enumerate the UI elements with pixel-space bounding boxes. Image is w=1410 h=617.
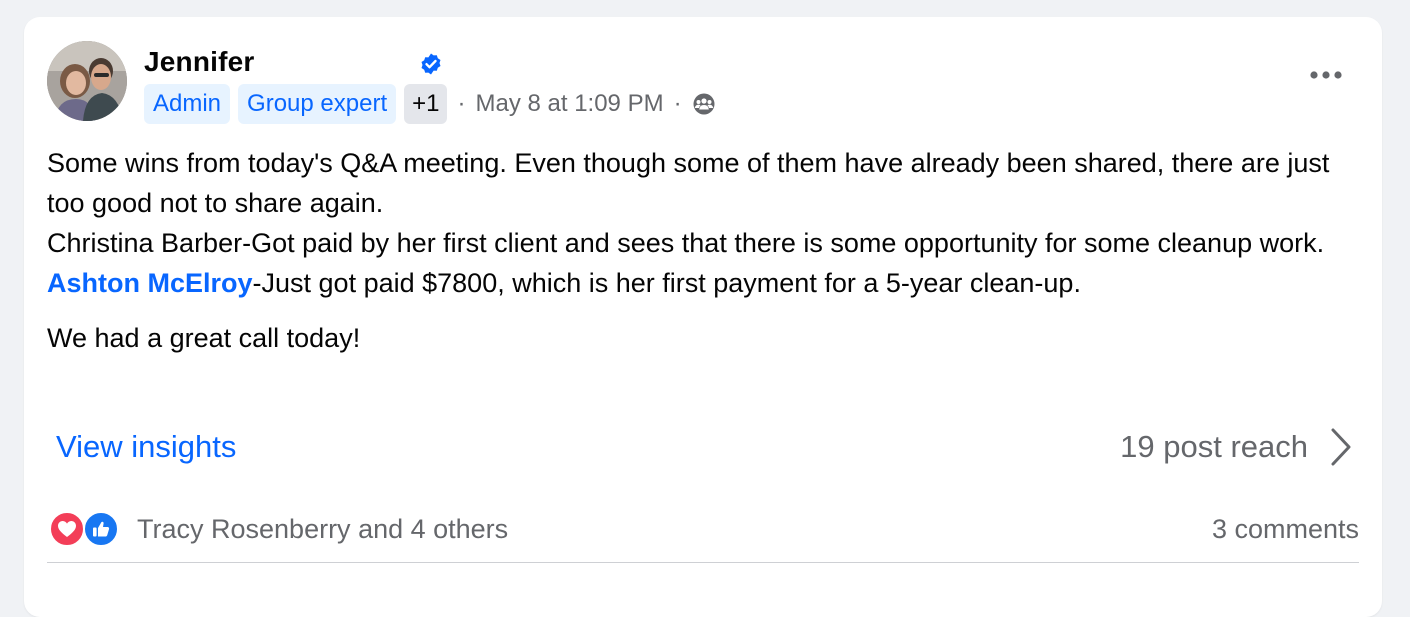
- view-insights-link[interactable]: View insights: [56, 429, 236, 465]
- verified-badge-icon: [421, 53, 441, 75]
- post-body: Some wins from today's Q&A meeting. Even…: [47, 143, 1347, 358]
- more-options-button[interactable]: [1304, 61, 1348, 89]
- like-reaction-icon: [83, 511, 119, 547]
- reactions-row: Tracy Rosenberry and 4 others 3 comments: [49, 507, 1359, 551]
- post-paragraph-text: -Just got paid $7800, which is her first…: [252, 268, 1081, 298]
- divider: [47, 562, 1359, 563]
- chevron-right-icon: [1331, 428, 1351, 466]
- post-reach-label: 19 post reach: [1120, 429, 1308, 464]
- post-reach-button[interactable]: 19 post reach: [1120, 427, 1352, 467]
- love-reaction-icon: [49, 511, 85, 547]
- redacted-surname: [268, 51, 397, 73]
- post-paragraph: Ashton McElroy-Just got paid $7800, whic…: [47, 263, 1347, 303]
- post-paragraph: Some wins from today's Q&A meeting. Even…: [47, 148, 1330, 218]
- insights-row: View insights 19 post reach: [56, 425, 1352, 469]
- post-paragraph: Christina Barber-Got paid by her first c…: [47, 228, 1325, 258]
- more-badges-button[interactable]: +1: [404, 84, 448, 124]
- meta-separator: ·: [673, 90, 682, 117]
- group-audience-icon[interactable]: [692, 92, 716, 116]
- post-paragraph: We had a great call today!: [47, 323, 361, 353]
- mention-link[interactable]: Ashton McElroy: [47, 268, 253, 298]
- meta-separator: ·: [457, 90, 466, 117]
- reaction-icons: [49, 511, 123, 547]
- author-name[interactable]: Jennifer: [144, 46, 255, 78]
- post-timestamp[interactable]: May 8 at 1:09 PM: [475, 90, 663, 118]
- post-card: Jennifer Admin Group expert +1 · May 8 a…: [24, 17, 1382, 617]
- avatar-photo: [47, 41, 127, 121]
- group-expert-badge[interactable]: Group expert: [238, 84, 397, 124]
- post-meta: Admin Group expert +1 · May 8 at 1:09 PM…: [144, 84, 716, 124]
- admin-badge[interactable]: Admin: [144, 84, 231, 124]
- comments-count-link[interactable]: 3 comments: [1212, 514, 1359, 545]
- more-options-icon: [1310, 71, 1342, 79]
- author-avatar[interactable]: [47, 41, 127, 121]
- reactions-summary[interactable]: Tracy Rosenberry and 4 others: [49, 511, 508, 547]
- reactors-text: Tracy Rosenberry and 4 others: [137, 513, 509, 544]
- author-row: Jennifer: [144, 45, 443, 79]
